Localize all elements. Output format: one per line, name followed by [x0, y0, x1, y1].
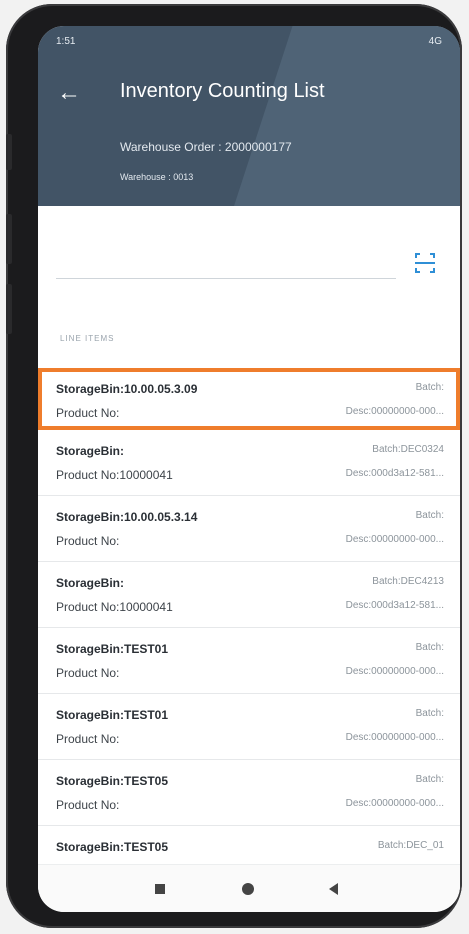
list-item[interactable]: StorageBin:TEST01 Product No: Batch: Des…: [38, 694, 460, 760]
header-shade: [214, 26, 460, 206]
phone-frame: 1:51 4G ← Inventory Counting List Wareho…: [6, 4, 462, 928]
storage-bin: StorageBin:: [56, 444, 125, 458]
section-label: LINE ITEMS: [60, 334, 115, 343]
list-item[interactable]: StorageBin:10.00.05.3.14 Product No: Bat…: [38, 496, 460, 562]
recent-apps-button[interactable]: [150, 879, 170, 899]
product-no: Product No:10000041: [56, 468, 173, 482]
description: Desc:00000000-000...: [345, 666, 444, 677]
storage-bin: StorageBin:TEST01: [56, 708, 169, 722]
batch: Batch:DEC0324: [372, 444, 444, 455]
list-item[interactable]: StorageBin:10.00.05.3.09 Product No: Bat…: [38, 368, 460, 430]
status-indicators: 4G: [428, 36, 442, 47]
back-nav-button[interactable]: [324, 879, 344, 899]
description: Desc:00000000-000...: [345, 732, 444, 743]
arrow-left-icon: ←: [57, 79, 81, 106]
product-no: Product No:: [56, 798, 120, 812]
side-button: [6, 284, 12, 334]
batch: Batch:: [415, 382, 444, 393]
storage-bin: StorageBin:10.00.05.3.14: [56, 510, 198, 524]
page-title: Inventory Counting List: [120, 80, 325, 102]
search-input[interactable]: [56, 278, 396, 279]
product-no: Product No:: [56, 666, 120, 680]
product-no: Product No:10000041: [56, 600, 173, 614]
triangle-left-icon: [329, 883, 338, 895]
storage-bin: StorageBin:10.00.05.3.09: [56, 382, 198, 396]
back-button[interactable]: ←: [54, 78, 84, 108]
batch: Batch:: [415, 708, 444, 719]
product-no: Product No:: [56, 732, 120, 746]
screen: 1:51 4G ← Inventory Counting List Wareho…: [38, 26, 460, 912]
batch: Batch:: [415, 774, 444, 785]
side-button: [6, 134, 12, 170]
list-item[interactable]: StorageBin:TEST01 Product No: Batch: Des…: [38, 628, 460, 694]
storage-bin: StorageBin:TEST01: [56, 642, 169, 656]
description: Desc:000d3a12-581...: [345, 600, 444, 611]
storage-bin: StorageBin:TEST05: [56, 840, 169, 854]
batch: Batch:: [415, 510, 444, 521]
line-items-list: StorageBin:10.00.05.3.09 Product No: Bat…: [38, 368, 460, 892]
product-no: Product No:: [56, 406, 120, 420]
side-button: [6, 214, 12, 264]
description: Desc:000d3a12-581...: [345, 468, 444, 479]
status-bar: 1:51 4G: [56, 36, 442, 52]
list-item[interactable]: StorageBin:TEST05 Product No: Batch: Des…: [38, 760, 460, 826]
description: Desc:00000000-000...: [345, 534, 444, 545]
barcode-scan-icon[interactable]: [410, 248, 440, 278]
description: Desc:00000000-000...: [345, 798, 444, 809]
circle-icon: [242, 883, 254, 895]
description: Desc:00000000-000...: [345, 406, 444, 417]
storage-bin: StorageBin:: [56, 576, 125, 590]
warehouse: Warehouse : 0013: [120, 172, 194, 182]
square-icon: [155, 884, 165, 894]
list-item[interactable]: StorageBin: Product No:10000041 Batch:DE…: [38, 430, 460, 496]
batch: Batch:DEC4213: [372, 576, 444, 587]
product-no: Product No:: [56, 534, 120, 548]
warehouse-order: Warehouse Order : 2000000177: [120, 140, 292, 154]
home-button[interactable]: [238, 879, 258, 899]
list-item[interactable]: StorageBin: Product No:10000041 Batch:DE…: [38, 562, 460, 628]
status-time: 1:51: [56, 36, 76, 47]
app-header: 1:51 4G ← Inventory Counting List Wareho…: [38, 26, 460, 206]
storage-bin: StorageBin:TEST05: [56, 774, 169, 788]
batch: Batch:DEC_01: [377, 840, 444, 851]
system-nav-bar: [38, 864, 460, 912]
batch: Batch:: [415, 642, 444, 653]
